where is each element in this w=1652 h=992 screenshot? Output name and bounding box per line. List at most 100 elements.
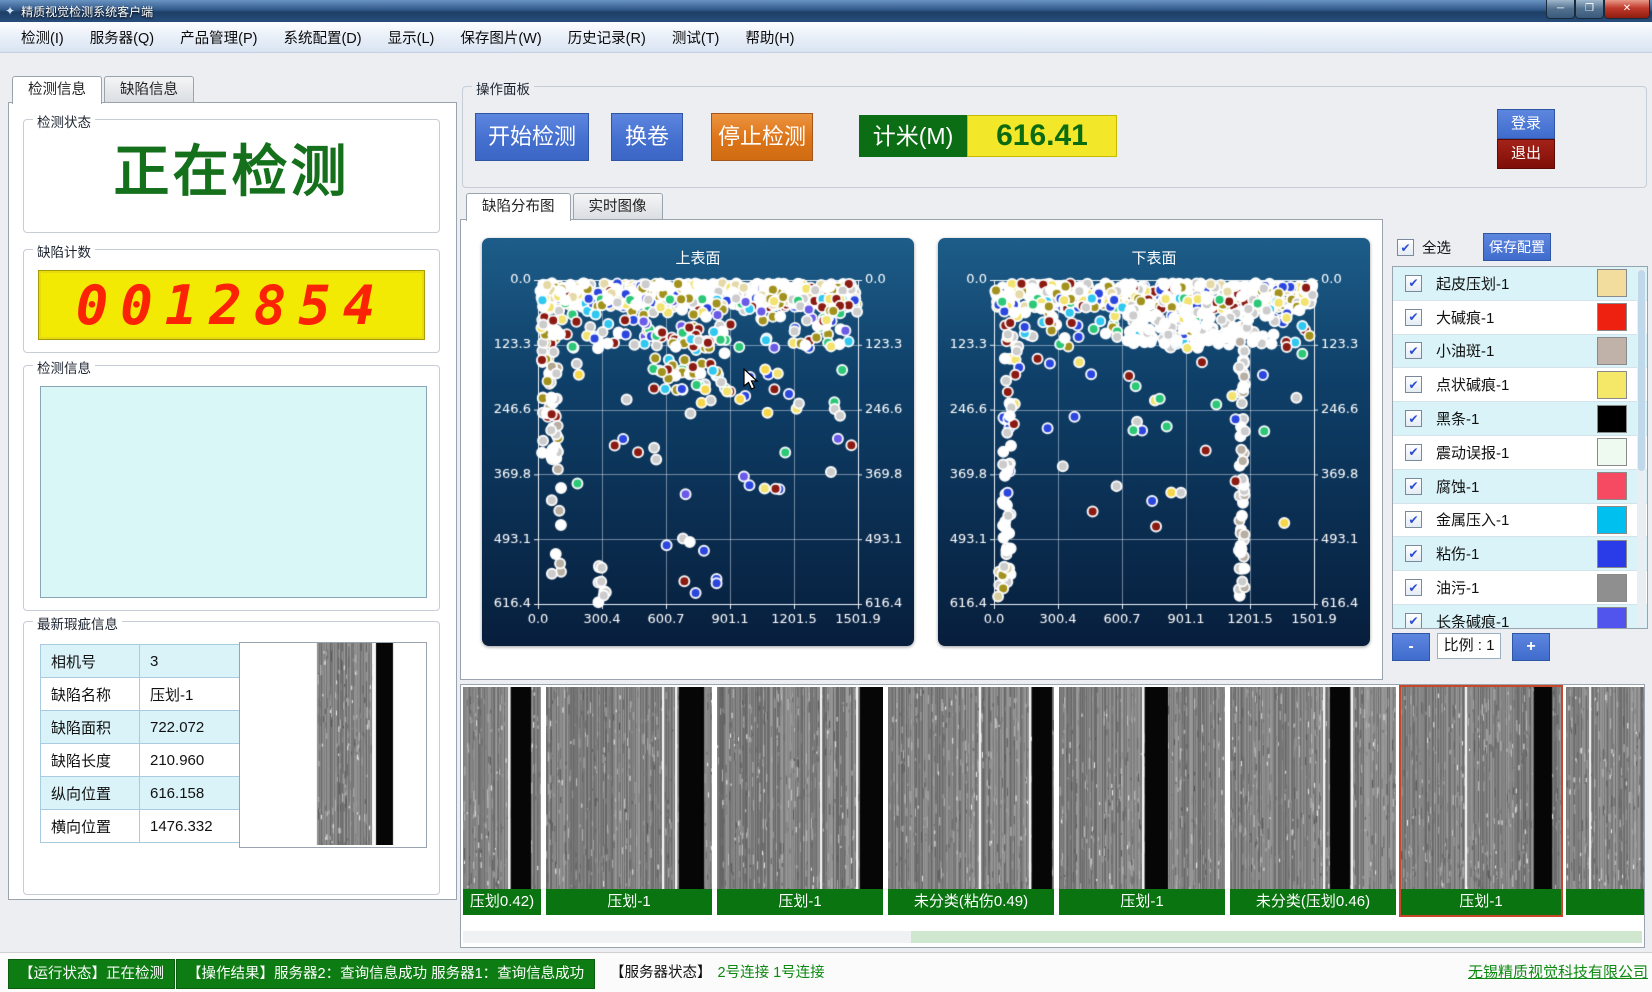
mouse-cursor: [742, 368, 764, 392]
menu-item-3[interactable]: 系统配置(D): [270, 27, 374, 48]
legend-item-checkbox[interactable]: ✔: [1405, 613, 1422, 629]
legend-item-checkbox[interactable]: ✔: [1405, 478, 1422, 495]
menu-item-0[interactable]: 检测(I): [8, 27, 77, 48]
h-scroll-thumb[interactable]: [911, 931, 1642, 943]
legend-item[interactable]: ✔点状碱痕-1: [1393, 368, 1647, 402]
legend-item-checkbox[interactable]: ✔: [1405, 275, 1422, 292]
menu-item-1[interactable]: 服务器(Q): [77, 27, 167, 48]
legend-item-checkbox[interactable]: ✔: [1405, 376, 1422, 393]
thumbnail-image: [1566, 687, 1644, 889]
table-cell-value: 3: [140, 645, 243, 678]
latest-defect-title: 最新瑕疵信息: [33, 613, 122, 633]
menu-item-6[interactable]: 历史记录(R): [555, 27, 659, 48]
chart-canvas[interactable]: [938, 272, 1370, 638]
table-cell-key: 缺陷长度: [41, 744, 140, 777]
chart-canvas[interactable]: [482, 272, 914, 638]
thumbnail[interactable]: 压划-1: [1401, 687, 1561, 915]
operation-panel-title: 操作面板: [472, 78, 534, 98]
status-bar: 【运行状态】正在检测 【操作结果】服务器2：查询信息成功 服务器1：查询信息成功…: [0, 952, 1652, 992]
legend-item-checkbox[interactable]: ✔: [1405, 342, 1422, 359]
legend-item[interactable]: ✔长条碱痕-1: [1393, 605, 1647, 629]
thumbnail[interactable]: 压划-1: [1059, 687, 1225, 915]
thumbnail-image: [463, 687, 541, 889]
thumbnail[interactable]: 未分类(压划0.46): [1230, 687, 1396, 915]
menu-item-4[interactable]: 显示(L): [375, 27, 448, 48]
company-link[interactable]: 无锡精质视觉科技有限公司: [1468, 961, 1648, 982]
detect-info-title: 检测信息: [33, 357, 95, 377]
tab-live-image[interactable]: 实时图像: [573, 193, 663, 220]
thumbnail-list: 压划0.42)压划-1压划-1未分类(粘伤0.49)压划-1未分类(压划0.46…: [463, 687, 1644, 915]
thumbnail-image: [1230, 687, 1396, 889]
latest-defect-image: [239, 642, 427, 848]
legend-item-checkbox[interactable]: ✔: [1405, 511, 1422, 528]
defect-thumbnail-strip: 压划0.42)压划-1压划-1未分类(粘伤0.49)压划-1未分类(压划0.46…: [460, 684, 1645, 948]
tab-defect-info[interactable]: 缺陷信息: [104, 76, 194, 103]
close-button[interactable]: ✕: [1604, 0, 1650, 19]
legend-item-checkbox[interactable]: ✔: [1405, 545, 1422, 562]
legend-item[interactable]: ✔腐蚀-1: [1393, 470, 1647, 504]
legend-item-checkbox[interactable]: ✔: [1405, 444, 1422, 461]
legend-item[interactable]: ✔小油斑-1: [1393, 335, 1647, 369]
tab-detect-info[interactable]: 检测信息: [12, 76, 102, 104]
legend-item[interactable]: ✔ 起皮压划-1: [1393, 267, 1647, 301]
horizontal-scrollbar[interactable]: [463, 931, 1642, 943]
thumbnail-label: 未分类(压划0.46): [1230, 889, 1396, 915]
table-cell-key: 缺陷面积: [41, 711, 140, 744]
legend-item[interactable]: ✔大碱痕-1: [1393, 301, 1647, 335]
legend-color-swatch: [1597, 303, 1627, 331]
legend-item-checkbox[interactable]: ✔: [1405, 309, 1422, 326]
legend-item-label: 油污-1: [1436, 577, 1479, 598]
thumbnail[interactable]: [1566, 687, 1644, 915]
exit-button[interactable]: 退出: [1497, 139, 1555, 169]
menu-bar: 检测(I)服务器(Q)产品管理(P)系统配置(D)显示(L)保存图片(W)历史记…: [0, 22, 1652, 53]
thumbnail[interactable]: 压划0.42): [463, 687, 541, 915]
legend-color-swatch: [1597, 607, 1627, 629]
thumbnail[interactable]: 压划-1: [717, 687, 883, 915]
table-row: 缺陷名称压划-1: [41, 678, 243, 711]
minimize-button[interactable]: ─: [1546, 0, 1575, 19]
legend-item[interactable]: ✔粘伤-1: [1393, 537, 1647, 571]
menu-item-8[interactable]: 帮助(H): [732, 27, 807, 48]
legend-item[interactable]: ✔金属压入-1: [1393, 504, 1647, 538]
scale-plus-button[interactable]: +: [1512, 633, 1550, 661]
table-cell-value: 压划-1: [140, 678, 243, 711]
legend-item-checkbox[interactable]: ✔: [1405, 579, 1422, 596]
defect-counter-display: 0012854: [38, 270, 425, 340]
meter-label: 计米(M): [859, 115, 967, 157]
detect-info-group: 检测信息: [23, 365, 440, 611]
legend-item-label: 起皮压划-1: [1436, 273, 1509, 294]
legend-item[interactable]: ✔ 油污-1: [1393, 571, 1647, 605]
operation-result-badge: 【操作结果】服务器2：查询信息成功 服务器1：查询信息成功: [176, 959, 595, 989]
legend-scroll-thumb[interactable]: [1638, 270, 1645, 471]
select-all-checkbox[interactable]: ✔: [1397, 239, 1414, 256]
legend-item[interactable]: ✔ 震动误报-1: [1393, 436, 1647, 470]
detect-info-box[interactable]: [40, 386, 427, 598]
table-cell-key: 相机号: [41, 645, 140, 678]
server-status: 【服务器状态】2号连接 1号连接: [610, 959, 825, 987]
menu-item-5[interactable]: 保存图片(W): [447, 27, 554, 48]
server-status-value: 2号连接 1号连接: [718, 965, 825, 981]
legend-color-swatch: [1597, 337, 1627, 365]
defect-count-group: 缺陷计数 0012854: [23, 249, 440, 353]
chart-panel-lower-surface: 下表面: [938, 238, 1370, 646]
table-cell-value: 616.158: [140, 777, 243, 810]
window-title: 精质视觉检测系统客户端: [21, 3, 153, 20]
menu-item-7[interactable]: 测试(T): [659, 27, 733, 48]
legend-item[interactable]: ✔黑条-1: [1393, 402, 1647, 436]
thumbnail-label: 未分类(粘伤0.49): [888, 889, 1054, 915]
maximize-button[interactable]: ❐: [1575, 0, 1604, 19]
thumbnail[interactable]: 未分类(粘伤0.49): [888, 687, 1054, 915]
tab-defect-map[interactable]: 缺陷分布图: [466, 193, 571, 221]
scale-minus-button[interactable]: -: [1392, 633, 1430, 661]
legend-item-checkbox[interactable]: ✔: [1405, 410, 1422, 427]
legend-scrollbar[interactable]: [1637, 268, 1646, 627]
menu-item-2[interactable]: 产品管理(P): [167, 27, 270, 48]
stop-detect-button[interactable]: 停止检测: [711, 113, 813, 161]
save-config-button[interactable]: 保存配置: [1483, 233, 1551, 261]
detect-status-title: 检测状态: [33, 111, 95, 131]
change-roll-button[interactable]: 换卷: [611, 113, 683, 161]
thumbnail[interactable]: 压划-1: [546, 687, 712, 915]
login-button[interactable]: 登录: [1497, 109, 1555, 139]
legend-item-label: 震动误报-1: [1436, 442, 1509, 463]
start-detect-button[interactable]: 开始检测: [475, 113, 589, 161]
